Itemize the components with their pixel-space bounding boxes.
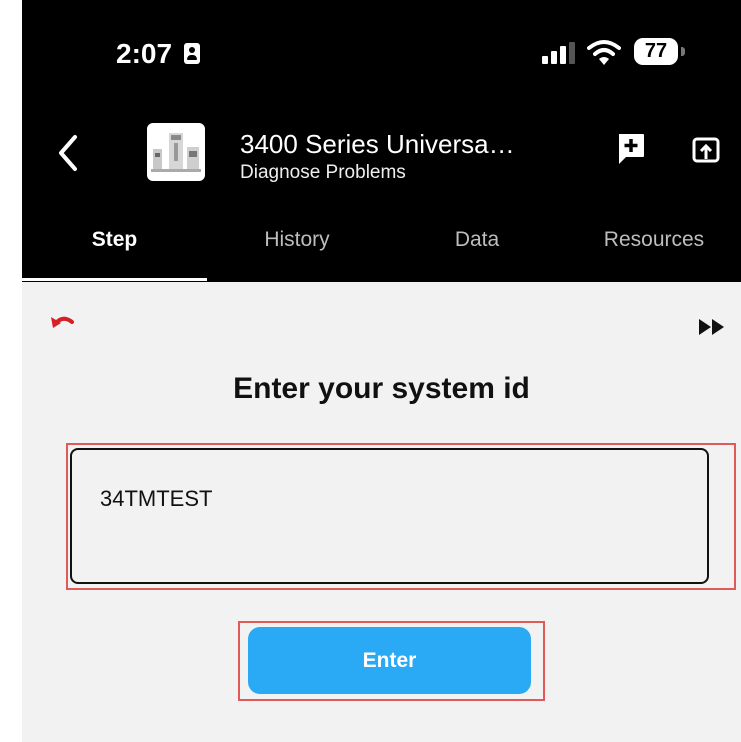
export-icon[interactable] [692,137,720,163]
tab-resources[interactable]: Resources [567,202,741,282]
fast-forward-icon[interactable] [698,318,726,336]
app-header: 3400 Series Universa… Diagnose Problems [22,105,741,202]
enter-button[interactable]: Enter [248,627,531,694]
tab-bar: Step History Data Resources [22,202,741,282]
tab-history[interactable]: History [207,202,387,282]
contact-card-icon [184,43,200,64]
wifi-icon [587,40,621,65]
step-heading: Enter your system id [233,372,530,405]
system-id-value: 34TMTEST [100,486,213,511]
battery-icon: 77 [634,38,678,65]
tab-data[interactable]: Data [387,202,567,282]
phone-screen: 2:07 77 3400 Series Universa… Diagnose P… [22,0,741,742]
tab-step[interactable]: Step [22,202,207,282]
status-time: 2:07 [116,38,173,69]
cellular-signal-icon [542,42,576,64]
battery-tip [681,47,685,56]
add-note-icon[interactable] [616,132,646,166]
battery-level: 77 [644,40,668,62]
page-title: 3400 Series Universa… [240,129,515,159]
back-chevron-icon[interactable] [56,133,80,173]
product-thumbnail [147,123,205,181]
status-bar: 2:07 77 [22,0,741,105]
active-tab-indicator [22,278,207,281]
undo-icon[interactable] [50,313,76,331]
page-subtitle: Diagnose Problems [240,162,406,183]
system-id-input[interactable]: 34TMTEST [70,448,709,584]
